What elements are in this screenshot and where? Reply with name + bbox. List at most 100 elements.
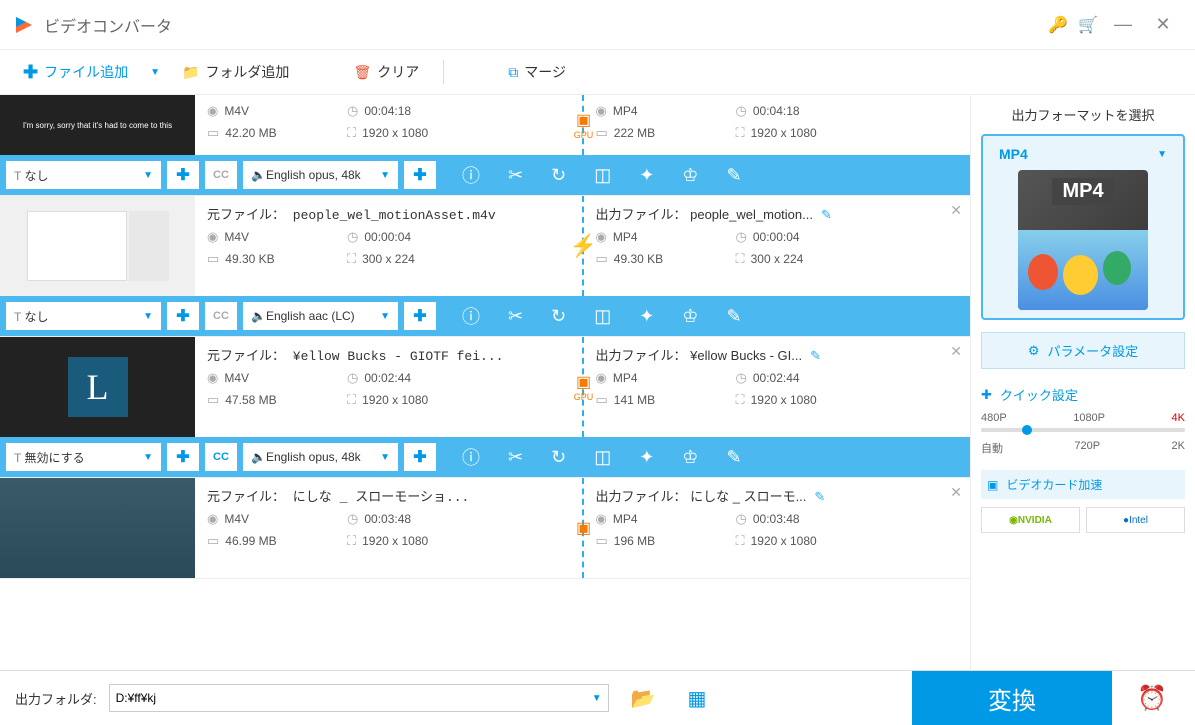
gpu-badge: ▣ <box>570 514 598 542</box>
add-subtitle-button[interactable]: ✚ <box>167 161 199 189</box>
footer: 出力フォルダ: D:¥ff¥kj ▼ 📂 ▦ 変換 ⏰ <box>0 670 1195 725</box>
gpu-acceleration-button[interactable]: ▣ ビデオカード加速 <box>981 470 1185 499</box>
chevron-down-icon: ▼ <box>1157 149 1167 160</box>
browse-button[interactable]: ▦ <box>678 686 717 711</box>
bolt-icon: ⚡ <box>570 232 598 260</box>
gpu-badge: ▣GPU <box>570 373 598 401</box>
clear-button[interactable]: 🗑 クリア <box>345 58 427 86</box>
remove-file-button[interactable]: ✕ <box>950 202 962 219</box>
cut-icon[interactable]: ✂ <box>508 306 523 327</box>
file-icon: ▭ <box>207 125 219 141</box>
intel-logo: ● Intel <box>1086 507 1185 533</box>
plus-icon: ✚ <box>981 387 992 403</box>
rotate-icon[interactable]: ↻ <box>551 447 566 468</box>
info-icon[interactable]: ⓘ <box>462 303 480 329</box>
gpu-vendor-logos: ◉ NVIDIA ● Intel <box>981 507 1185 533</box>
minimize-button[interactable]: — <box>1103 14 1143 35</box>
output-filename: 出力ファイル： ¥ellow Bucks - GI...✎ <box>596 345 959 364</box>
audio-select[interactable]: 🔈English opus, 48k▼ <box>243 161 398 189</box>
quick-settings-title: ✚ クイック設定 <box>981 385 1185 404</box>
effects-icon[interactable]: ✦ <box>639 165 654 186</box>
format-icon: ◉ <box>207 103 218 119</box>
info-icon[interactable]: ⓘ <box>462 162 480 188</box>
edit-name-button[interactable]: ✎ <box>810 348 821 363</box>
divider <box>443 60 444 84</box>
thumbnail[interactable] <box>0 478 195 578</box>
sidebar-title: 出力フォーマットを選択 <box>981 105 1185 124</box>
output-folder-label: 出力フォルダ: <box>15 689 97 708</box>
audio-select[interactable]: 🔈English opus, 48k▼ <box>243 443 398 471</box>
convert-button[interactable]: 変換 <box>912 671 1112 725</box>
add-file-button[interactable]: ✚ ファイル追加 <box>15 58 136 87</box>
schedule-button[interactable]: ⏰ <box>1124 671 1180 725</box>
cut-icon[interactable]: ✂ <box>508 165 523 186</box>
parameter-settings-button[interactable]: ⚙ パラメータ設定 <box>981 332 1185 369</box>
folder-plus-icon: 📁 <box>182 64 199 81</box>
watermark-icon[interactable]: ♔ <box>682 306 698 327</box>
edit-icon[interactable]: ✎ <box>726 165 741 186</box>
cc-button[interactable]: CC <box>205 302 237 330</box>
sidebar: 出力フォーマットを選択 MP4▼ MP4 ⚙ パラメータ設定 ✚ クイック設定 … <box>970 95 1195 670</box>
titlebar: ビデオコンバータ 🔑 🛒 — ✕ <box>0 0 1195 50</box>
add-folder-button[interactable]: 📁 フォルダ追加 <box>174 58 297 86</box>
thumbnail[interactable]: I'm sorry, sorry that it's had to come t… <box>0 95 195 155</box>
cc-button[interactable]: CC <box>205 161 237 189</box>
action-bar: T なし▼ ✚ CC 🔈English aac (LC)▼ ✚ ⓘ ✂ ↻ ◫ … <box>0 296 970 336</box>
add-audio-button[interactable]: ✚ <box>404 443 436 471</box>
remove-file-button[interactable]: ✕ <box>950 484 962 501</box>
file-list: I'm sorry, sorry that it's had to come t… <box>0 95 970 670</box>
settings-icon: ⚙ <box>1028 343 1040 359</box>
watermark-icon[interactable]: ♔ <box>682 165 698 186</box>
chip-icon: ▣ <box>987 478 998 492</box>
edit-icon[interactable]: ✎ <box>726 306 741 327</box>
plus-icon: ✚ <box>23 62 38 83</box>
crop-icon[interactable]: ◫ <box>594 447 611 468</box>
subtitle-select[interactable]: T なし▼ <box>6 302 161 330</box>
cc-button[interactable]: CC <box>205 443 237 471</box>
rotate-icon[interactable]: ↻ <box>551 165 566 186</box>
output-path-select[interactable]: D:¥ff¥kj ▼ <box>109 684 609 712</box>
add-audio-button[interactable]: ✚ <box>404 302 436 330</box>
action-bar: T 無効にする▼ ✚ CC 🔈English opus, 48k▼ ✚ ⓘ ✂ … <box>0 437 970 477</box>
key-icon[interactable]: 🔑 <box>1043 15 1073 35</box>
edit-name-button[interactable]: ✎ <box>814 489 825 504</box>
cart-icon[interactable]: 🛒 <box>1073 15 1103 35</box>
crop-icon[interactable]: ◫ <box>594 306 611 327</box>
app-title: ビデオコンバータ <box>44 13 1043 37</box>
edit-name-button[interactable]: ✎ <box>821 207 832 222</box>
app-logo-icon <box>12 13 36 37</box>
add-subtitle-button[interactable]: ✚ <box>167 443 199 471</box>
quality-labels: 自動 720P 2K <box>981 440 1185 456</box>
chevron-down-icon: ▼ <box>592 693 602 704</box>
action-bar: T なし▼ ✚ CC 🔈English opus, 48k▼ ✚ ⓘ ✂ ↻ ◫… <box>0 155 970 195</box>
source-filename: 元ファイル： ¥ellow Bucks - GIOTF fei... <box>207 345 570 364</box>
effects-icon[interactable]: ✦ <box>639 306 654 327</box>
crop-icon[interactable]: ◫ <box>594 165 611 186</box>
format-card[interactable]: MP4▼ MP4 <box>981 134 1185 320</box>
merge-button[interactable]: ⧉ マージ <box>500 58 574 86</box>
cut-icon[interactable]: ✂ <box>508 447 523 468</box>
audio-select[interactable]: 🔈English aac (LC)▼ <box>243 302 398 330</box>
source-filename: 元ファイル： people_wel_motionAsset.m4v <box>207 204 570 223</box>
add-audio-button[interactable]: ✚ <box>404 161 436 189</box>
add-file-dropdown[interactable]: ▼ <box>144 67 166 78</box>
thumbnail[interactable] <box>0 196 195 296</box>
resolution-icon: ⛶ <box>347 125 356 141</box>
thumbnail[interactable]: L <box>0 337 195 437</box>
merge-icon: ⧉ <box>508 64 518 81</box>
edit-icon[interactable]: ✎ <box>726 447 741 468</box>
subtitle-select[interactable]: T 無効にする▼ <box>6 443 161 471</box>
close-button[interactable]: ✕ <box>1143 14 1183 35</box>
watermark-icon[interactable]: ♔ <box>682 447 698 468</box>
rotate-icon[interactable]: ↻ <box>551 306 566 327</box>
resolution-slider[interactable] <box>981 428 1185 432</box>
effects-icon[interactable]: ✦ <box>639 447 654 468</box>
subtitle-select[interactable]: T なし▼ <box>6 161 161 189</box>
open-folder-button[interactable]: 📂 <box>621 686 666 711</box>
remove-file-button[interactable]: ✕ <box>950 343 962 360</box>
toolbar: ✚ ファイル追加 ▼ 📁 フォルダ追加 🗑 クリア ⧉ マージ <box>0 50 1195 95</box>
format-preview: MP4 <box>1018 170 1148 310</box>
info-icon[interactable]: ⓘ <box>462 444 480 470</box>
nvidia-logo: ◉ NVIDIA <box>981 507 1080 533</box>
add-subtitle-button[interactable]: ✚ <box>167 302 199 330</box>
